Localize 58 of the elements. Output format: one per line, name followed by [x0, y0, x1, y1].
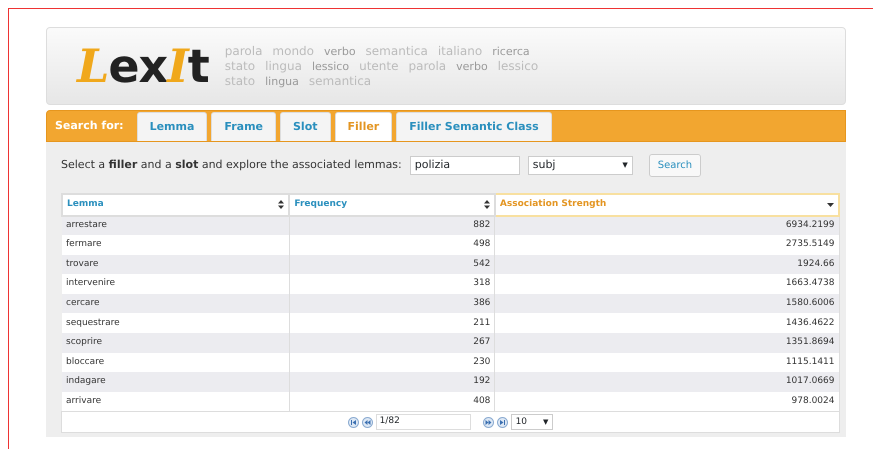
table-cell: 1436.4622: [494, 313, 839, 334]
cloud-word: italiano: [438, 44, 482, 58]
table-cell: 1115.1411: [494, 352, 839, 372]
cloud-word: semantica: [366, 44, 428, 58]
tab[interactable]: Filler: [334, 112, 392, 141]
table-cell: indagare: [62, 372, 290, 392]
table-cell: 386: [289, 294, 495, 314]
first-page-icon[interactable]: [348, 416, 359, 428]
cloud-word: lessico: [312, 58, 350, 74]
table-cell: sequestrare: [62, 313, 290, 334]
column-header[interactable]: Lemma: [62, 194, 290, 216]
last-page-icon[interactable]: [496, 416, 508, 428]
table-cell: 1351.8694: [494, 333, 839, 353]
search-button[interactable]: Search: [648, 154, 702, 177]
table-cell: 211: [289, 313, 495, 334]
sort-icon: [278, 200, 284, 210]
table-cell: 1663.4738: [494, 274, 839, 294]
table-cell: fermare: [62, 235, 290, 255]
tab[interactable]: Filler Semantic Class: [396, 112, 552, 141]
column-header[interactable]: Association Strength: [494, 194, 839, 216]
cloud-word: parola: [224, 44, 262, 58]
table-cell: 1580.6006: [494, 294, 839, 314]
table-cell: 230: [289, 352, 495, 372]
cloud-word: verbo: [456, 58, 488, 74]
table-cell: 1924.66: [494, 254, 839, 274]
table-cell: 498: [289, 235, 495, 255]
search-for-label: Search for:: [55, 118, 124, 134]
cloud-word: ricerca: [492, 44, 530, 58]
table-cell: arrivare: [62, 392, 290, 412]
tab[interactable]: Lemma: [136, 112, 208, 141]
cloud-word: mondo: [272, 44, 314, 58]
cloud-word: verbo: [324, 44, 356, 58]
table-cell: intervenire: [62, 274, 290, 294]
instruction-text: Select a filler and a slot and explore the associated lemmas:: [61, 157, 402, 174]
sort-descending-icon: [827, 202, 834, 207]
table-cell: 318: [289, 274, 495, 294]
table-cell: scoprire: [62, 333, 290, 353]
table-cell: cercare: [62, 294, 290, 314]
tab[interactable]: Slot: [280, 112, 331, 141]
table-cell: 1017.0669: [494, 372, 839, 392]
logo: LexIt: [77, 38, 209, 95]
table-cell: 978.0024: [494, 392, 839, 412]
table-cell: bloccare: [62, 352, 290, 372]
table-cell: 408: [289, 392, 495, 412]
table-cell: 2735.5149: [494, 235, 839, 255]
cloud-word: lingua: [265, 74, 299, 88]
table-cell: trovare: [62, 254, 290, 274]
table-cell: 267: [289, 333, 495, 353]
tab[interactable]: Frame: [211, 112, 276, 141]
sort-icon: [484, 200, 490, 210]
column-header[interactable]: Frequency: [289, 194, 495, 216]
table-cell: arrestare: [62, 216, 290, 236]
filler-field[interactable]: polizia: [410, 156, 520, 175]
table-cell: 542: [289, 254, 495, 274]
next-page-icon[interactable]: [482, 416, 494, 428]
previous-page-icon[interactable]: [362, 416, 373, 428]
table-cell: 192: [289, 372, 495, 392]
page-field[interactable]: 1/82: [376, 414, 471, 430]
